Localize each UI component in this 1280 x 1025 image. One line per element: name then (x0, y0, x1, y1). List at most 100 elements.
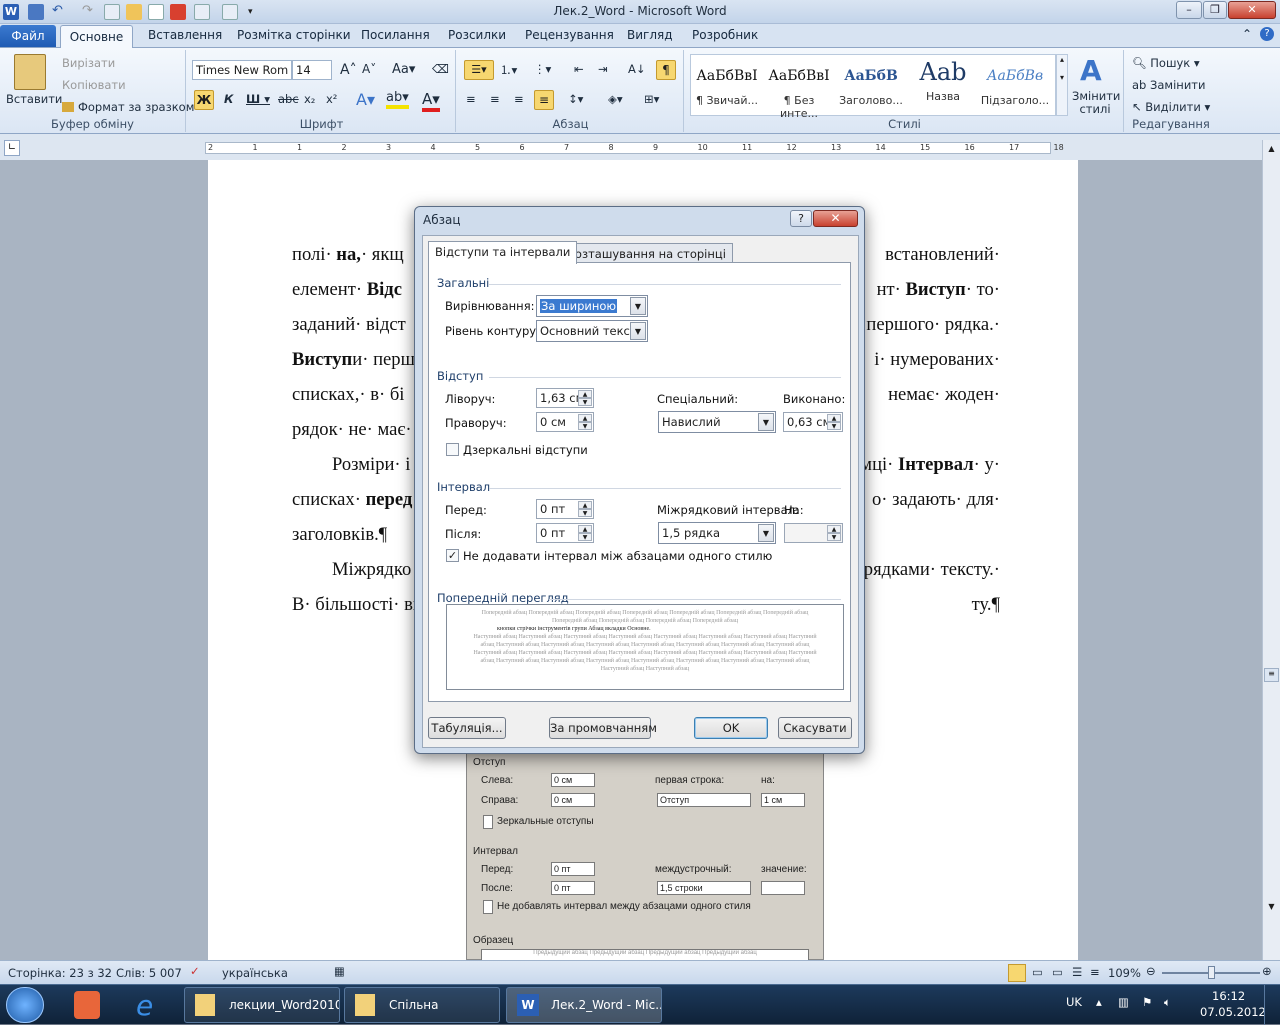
italic-icon[interactable]: К (224, 92, 233, 106)
dialog-close-button[interactable]: ✕ (813, 210, 858, 227)
format-painter-button[interactable]: Формат за зразком (62, 100, 194, 114)
start-button[interactable] (6, 987, 44, 1023)
network-icon[interactable]: ▥ (1118, 995, 1129, 1009)
spin-down-icon[interactable]: ▼ (578, 533, 592, 541)
tab-developer[interactable]: Розробник (692, 28, 758, 42)
by-spinner[interactable]: 0,63 см ▲ ▼ (783, 412, 843, 432)
input-language[interactable]: UK (1066, 995, 1082, 1009)
ribbon-minimize-icon[interactable]: ⌃ (1242, 27, 1252, 41)
vertical-scrollbar[interactable]: ▲ ≡ ▼ (1262, 140, 1280, 960)
paste-icon[interactable] (14, 54, 46, 90)
proofing-icon[interactable]: ✓ (190, 964, 200, 978)
zoom-out-icon[interactable]: ⊖ (1146, 964, 1156, 978)
draft-icon[interactable]: ≡ (1090, 965, 1100, 979)
style-subtitle[interactable]: АаБбВв Підзаголо... (980, 56, 1050, 116)
spin-up-icon[interactable]: ▲ (827, 525, 841, 533)
paste-button[interactable]: Вставити (6, 92, 62, 106)
tab-line-page-breaks[interactable]: Розташування на сторінці (561, 243, 733, 263)
clock-time[interactable]: 16:12 (1212, 989, 1245, 1003)
style-no-spacing[interactable]: АаБбВвІ ¶ Без инте... (764, 56, 834, 120)
print-layout-icon[interactable] (1008, 964, 1026, 982)
tray-arrow-icon[interactable]: ▴ (1096, 995, 1102, 1009)
show-formatting-icon[interactable]: ¶ (656, 60, 676, 80)
tab-insert[interactable]: Вставлення (148, 28, 222, 42)
spin-up-icon[interactable]: ▲ (578, 501, 592, 509)
align-left-icon[interactable]: ≡ (466, 92, 476, 106)
spacing-before-spinner[interactable]: 0 пт ▲ ▼ (536, 499, 594, 519)
spin-up-icon[interactable]: ▲ (578, 390, 592, 398)
superscript-icon[interactable]: x² (326, 92, 337, 106)
right-indent-spinner[interactable]: 0 см ▲ ▼ (536, 412, 594, 432)
spin-up-icon[interactable]: ▲ (578, 414, 592, 422)
volume-icon[interactable]: 🔈︎ (1164, 995, 1171, 1010)
clock-date[interactable]: 07.05.2012 (1200, 1005, 1266, 1019)
line-spacing-icon[interactable]: ↕▾ (568, 92, 583, 106)
zoom-level[interactable]: 109% (1108, 966, 1141, 980)
scroll-down-icon[interactable]: ▼ (1264, 902, 1279, 916)
numbering-icon[interactable]: ⒈▾ (500, 62, 517, 78)
strikethrough-icon[interactable]: abc (278, 92, 299, 106)
grow-font-icon[interactable]: A˄ (340, 62, 357, 78)
macro-icon[interactable]: ▦ (334, 964, 345, 978)
task-folder-lectures[interactable]: лекции_Word2010 (184, 987, 340, 1023)
font-color-icon[interactable]: A▾ (422, 90, 440, 112)
help-icon[interactable]: ? (1260, 27, 1274, 41)
alignment-select[interactable]: За шириною ▼ (536, 295, 648, 317)
replace-button[interactable]: ab Замінити (1132, 78, 1205, 92)
at-spinner[interactable]: ▲ ▼ (784, 523, 843, 543)
page-count[interactable]: Сторінка: 23 з 32 (8, 966, 112, 980)
tab-review[interactable]: Рецензування (525, 28, 614, 42)
task-folder-shared[interactable]: Спільна (344, 987, 500, 1023)
special-select[interactable]: Навислий ▼ (658, 411, 776, 433)
flag-icon[interactable]: ⚑ (1142, 995, 1152, 1009)
close-window-button[interactable]: ✕ (1228, 1, 1276, 19)
find-button[interactable]: 🔍︎ Пошук ▾ (1132, 56, 1200, 70)
web-layout-icon[interactable]: ▭ (1052, 965, 1063, 979)
language[interactable]: українська (222, 966, 288, 980)
borders-icon[interactable]: ⊞▾ (644, 92, 659, 106)
task-word[interactable]: W Лек.2_Word - Mic... (506, 987, 662, 1023)
tab-mailings[interactable]: Розсилки (448, 28, 506, 42)
shading-icon[interactable]: ◈▾ (608, 92, 623, 106)
copy-button[interactable]: Копіювати (62, 78, 126, 92)
media-player-icon[interactable] (74, 991, 100, 1019)
spacing-after-spinner[interactable]: 0 пт ▲ ▼ (536, 523, 594, 543)
cancel-button[interactable]: Скасувати (778, 717, 852, 739)
subscript-icon[interactable]: x₂ (304, 92, 315, 106)
style-heading[interactable]: АаБбВ Заголово... (836, 56, 906, 116)
outline-level-select[interactable]: Основний текст ▼ (536, 320, 648, 342)
mirror-indents-checkbox[interactable] (446, 443, 459, 456)
tab-home[interactable]: Основне (60, 25, 133, 49)
outline-icon[interactable]: ☰ (1072, 965, 1082, 979)
decrease-indent-icon[interactable]: ⇤ (574, 62, 584, 76)
change-case-icon[interactable]: Aa▾ (392, 62, 415, 77)
tab-indents-spacing[interactable]: Відступи та інтервали (428, 241, 578, 264)
bullets-icon[interactable]: ☰▾ (464, 60, 494, 80)
spin-down-icon[interactable]: ▼ (578, 398, 592, 406)
highlight-icon[interactable]: ab▾ (386, 90, 409, 109)
tabs-button[interactable]: Табуляція... (428, 717, 506, 739)
increase-indent-icon[interactable]: ⇥ (598, 62, 608, 76)
show-desktop-button[interactable] (1264, 985, 1280, 1025)
horizontal-ruler[interactable]: 2 1 1 2 3 4 5 6 7 8 9 10 11 12 13 14 15 16 17 18 (205, 142, 1064, 154)
select-button[interactable]: ↖ Виділити ▾ (1132, 100, 1210, 114)
minimize-button[interactable]: – (1176, 1, 1202, 19)
set-default-button[interactable]: За промовчанням (549, 717, 657, 739)
align-center-icon[interactable]: ≡ (490, 92, 500, 106)
shrink-font-icon[interactable]: A˅ (362, 62, 376, 76)
spin-down-icon[interactable]: ▼ (827, 533, 841, 541)
tab-file[interactable]: Файл (0, 25, 56, 47)
no-space-checkbox[interactable]: ✓ (446, 549, 459, 562)
ok-button[interactable]: OK (694, 717, 768, 739)
multilevel-list-icon[interactable]: ⋮▾ (534, 62, 551, 76)
underline-icon[interactable]: Ш ▾ (246, 92, 270, 106)
spin-down-icon[interactable]: ▼ (827, 422, 841, 430)
full-screen-icon[interactable]: ▭ (1032, 965, 1043, 979)
text-effects-icon[interactable]: A▾ (356, 90, 375, 109)
left-indent-spinner[interactable]: 1,63 см ▲ ▼ (536, 388, 594, 408)
cut-button[interactable]: Вирізати (62, 56, 115, 70)
zoom-thumb[interactable] (1208, 966, 1215, 979)
style-normal[interactable]: АаБбВвІ ¶ Звичай... (692, 56, 762, 116)
clear-format-icon[interactable]: ⌫ (432, 62, 449, 76)
styles-scroll[interactable]: ▴ ▾ (1056, 54, 1068, 116)
